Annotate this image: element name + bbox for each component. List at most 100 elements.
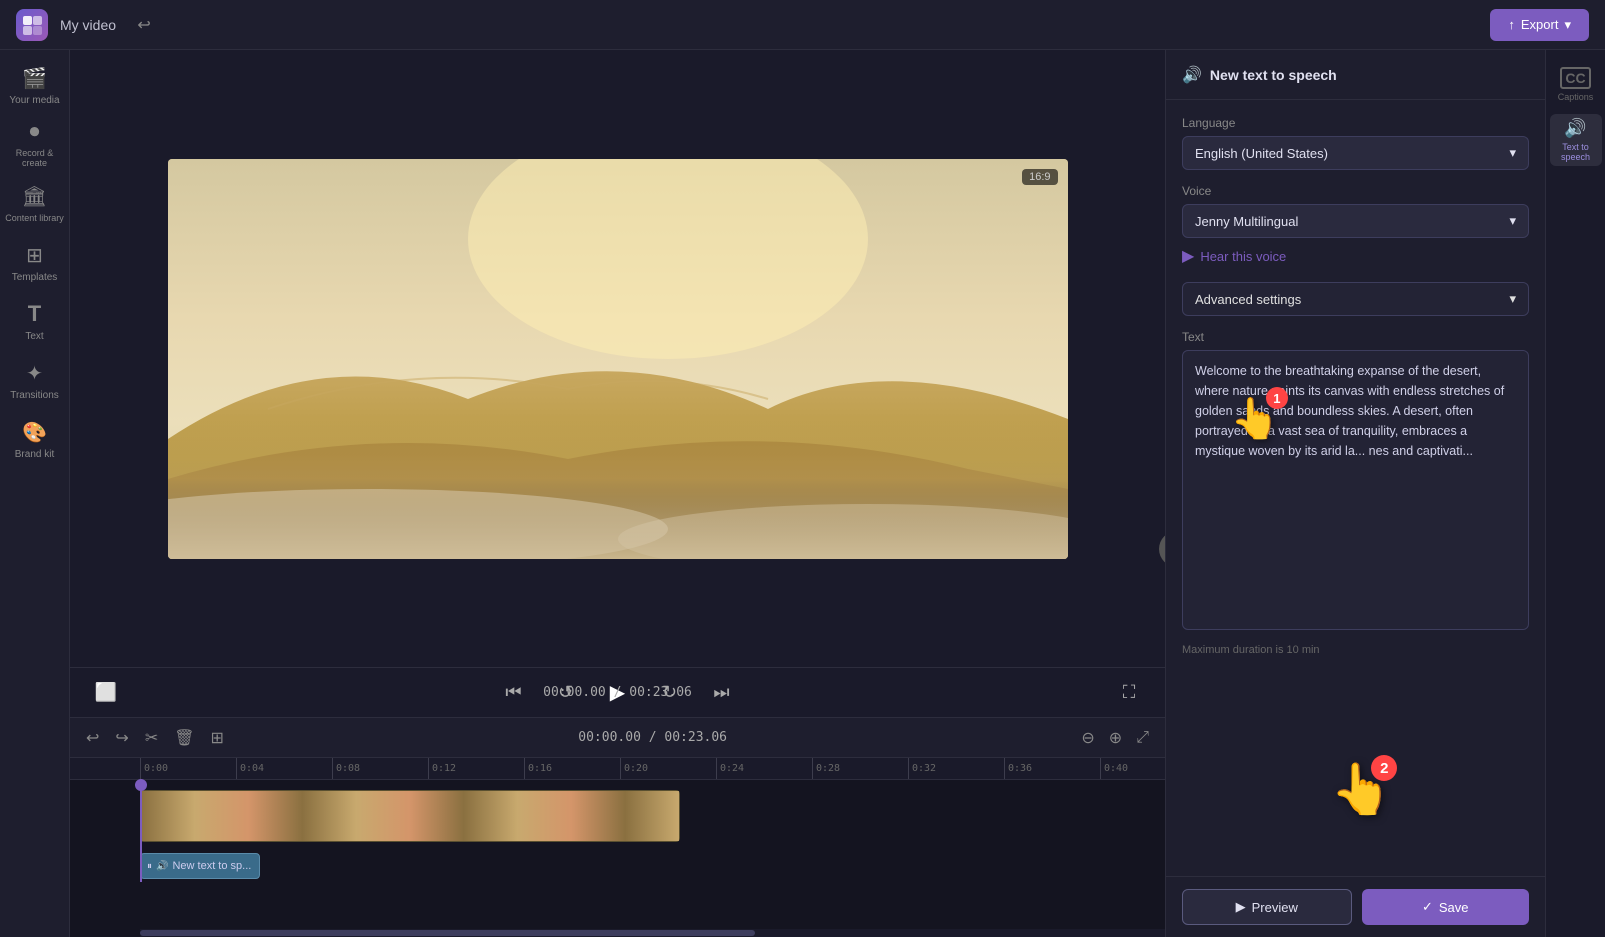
templates-icon: ⊞ [26,243,43,268]
fit-timeline-button[interactable]: ⤢ [1132,725,1153,751]
zoom-in-button[interactable]: ⊕ [1105,724,1126,752]
ruler-tick: 0:16 [524,758,620,780]
tts-icon: 🔊 [156,861,168,872]
playback-time: 00:00.00 / 00:23.06 [543,685,692,700]
export-chevron: ▾ [1564,17,1571,33]
timeline-time-display: 00:00.00 / 00:23.06 [236,730,1069,745]
timeline-toolbar: ↩ ↪ ✂ 🗑 ⊞ 00:00.00 / 00:23.06 ⊖ ⊕ ⤢ [70,718,1165,758]
panel-title: New text to speech [1210,67,1337,83]
aspect-ratio-badge: 16:9 [1022,169,1057,185]
ruler-tick: 0:32 [908,758,1004,780]
video-clip[interactable] [140,790,680,842]
sidebar-item-transitions[interactable]: ✦ Transitions [5,353,65,408]
zoom-controls: ⊖ ⊕ ⤢ [1077,724,1153,752]
sidebar-item-content-library[interactable]: 🏛 Content library [5,176,65,231]
ruler-tick: 0:28 [812,758,908,780]
transitions-icon: ✦ [26,361,43,386]
side-tabs: CC Captions 🔊 Text to speech [1545,50,1605,937]
zoom-out-button[interactable]: ⊖ [1077,724,1098,752]
left-sidebar: 🎬 Your media ⏺ Record & create 🏛 Content… [0,50,70,937]
undo-button[interactable]: ↩ [128,9,160,41]
language-select[interactable]: English (United States) ▾ [1182,136,1529,170]
text-icon: T [28,301,41,327]
project-title: My video [60,17,116,33]
preview-play-icon: ▶ [1236,899,1246,915]
preview-button[interactable]: ▶ Preview [1182,889,1352,925]
timeline-content: 0:00 0:04 0:08 0:12 0:16 0:20 0:24 0:28 … [70,758,1165,937]
max-duration-note: Maximum duration is 10 min [1182,644,1529,656]
screencast-button[interactable]: ⬜ [90,677,122,709]
tts-panel-icon: 🔊 [1182,65,1202,85]
timeline-tracks: ⏸ 🔊 New text to sp... [70,780,1165,882]
tts-clip[interactable]: ⏸ 🔊 New text to sp... [140,853,260,879]
timeline-scrollbar[interactable] [140,930,755,936]
timeline-playhead [140,780,142,882]
sidebar-item-brand[interactable]: 🎨 Brand kit [5,412,65,467]
playback-controls: ⬜ ⏮ ↺ ▶ ↻ ⏭ 00:00.00 / 00:23.06 ⛶ [70,667,1165,717]
voice-chevron-icon: ▾ [1509,213,1516,229]
voice-select[interactable]: Jenny Multilingual ▾ [1182,204,1529,238]
export-button[interactable]: ↑ Export ▾ [1490,9,1589,41]
right-panel-wrapper: 🔊 New text to speech Language English (U… [1165,50,1605,937]
panel-footer: ▶ Preview ✓ Save [1166,876,1545,937]
language-label: Language [1182,116,1529,130]
sidebar-item-your-media[interactable]: 🎬 Your media [5,58,65,113]
ruler-tick: 0:24 [716,758,812,780]
text-label: Text [1182,330,1529,344]
language-chevron-icon: ▾ [1509,145,1516,161]
timeline-delete-button[interactable]: 🗑 [170,724,198,752]
ruler-tick: 0:04 [236,758,332,780]
captions-icon: CC [1560,67,1590,89]
advanced-chevron-icon: ▾ [1509,291,1516,307]
advanced-settings-row[interactable]: Advanced settings ▾ [1182,282,1529,316]
text-to-speech-tab[interactable]: 🔊 Text to speech [1550,114,1602,166]
checkmark-icon: ✓ [1422,899,1433,915]
skip-end-button[interactable]: ⏭ [706,677,738,709]
ruler-tick: 0:20 [620,758,716,780]
fullscreen-button[interactable]: ⛶ [1113,677,1145,709]
video-track[interactable] [140,786,1165,846]
timeline-ruler: 0:00 0:04 0:08 0:12 0:16 0:20 0:24 0:28 … [70,758,1165,780]
hear-voice-button[interactable]: ▶ Hear this voice [1182,244,1529,268]
video-preview-area: 16:9 ? › [70,50,1165,667]
video-container: 16:9 [168,159,1068,559]
text-field-group: Text Welcome to the breathtaking expanse… [1182,330,1529,630]
playhead-marker [135,779,147,791]
main-layout: 🎬 Your media ⏺ Record & create 🏛 Content… [0,50,1605,937]
pause-icon: ⏸ [147,861,152,872]
video-frame [168,159,1068,559]
sidebar-item-record-create[interactable]: ⏺ Record & create [5,117,65,172]
ruler-ticks: 0:00 0:04 0:08 0:12 0:16 0:20 0:24 0:28 … [140,758,1165,780]
ruler-tick: 0:08 [332,758,428,780]
text-textarea[interactable]: Welcome to the breathtaking expanse of t… [1182,350,1529,630]
media-icon: 🎬 [22,66,47,91]
sidebar-item-text[interactable]: T Text [5,294,65,349]
voice-label: Voice [1182,184,1529,198]
content-icon: 🏛 [22,184,47,209]
export-icon: ↑ [1508,17,1515,32]
panel-header: 🔊 New text to speech [1166,50,1545,100]
timeline-cut-button[interactable]: ✂ [141,724,162,752]
ruler-tick: 0:00 [140,758,236,780]
app-logo [16,9,48,41]
tts-tab-icon: 🔊 [1564,118,1586,139]
record-icon: ⏺ [30,121,40,144]
play-circle-icon: ▶ [1182,246,1194,266]
tts-track: ⏸ 🔊 New text to sp... [140,850,1165,882]
save-button[interactable]: ✓ Save [1362,889,1530,925]
sidebar-item-templates[interactable]: ⊞ Templates [5,235,65,290]
clip-thumbnail [140,790,680,842]
timeline-redo-button[interactable]: ↪ [111,724,132,752]
ruler-tick: 0:40 [1100,758,1165,780]
voice-field-group: Voice Jenny Multilingual ▾ ▶ Hear this v… [1182,184,1529,268]
timeline-area: ↩ ↪ ✂ 🗑 ⊞ 00:00.00 / 00:23.06 ⊖ ⊕ ⤢ [70,717,1165,937]
brand-icon: 🎨 [22,420,47,445]
tts-clip-label: New text to sp... [172,860,251,872]
center-area: 16:9 ? › ⬜ ⏮ ↺ ▶ ↻ ⏭ 00:00.0 [70,50,1165,717]
timeline-undo-button[interactable]: ↩ [82,724,103,752]
captions-tab[interactable]: CC Captions [1550,58,1602,110]
ruler-tick: 0:12 [428,758,524,780]
right-panel: 🔊 New text to speech Language English (U… [1165,50,1545,937]
skip-start-button[interactable]: ⏮ [498,677,530,709]
timeline-copy-button[interactable]: ⊞ [207,724,228,752]
